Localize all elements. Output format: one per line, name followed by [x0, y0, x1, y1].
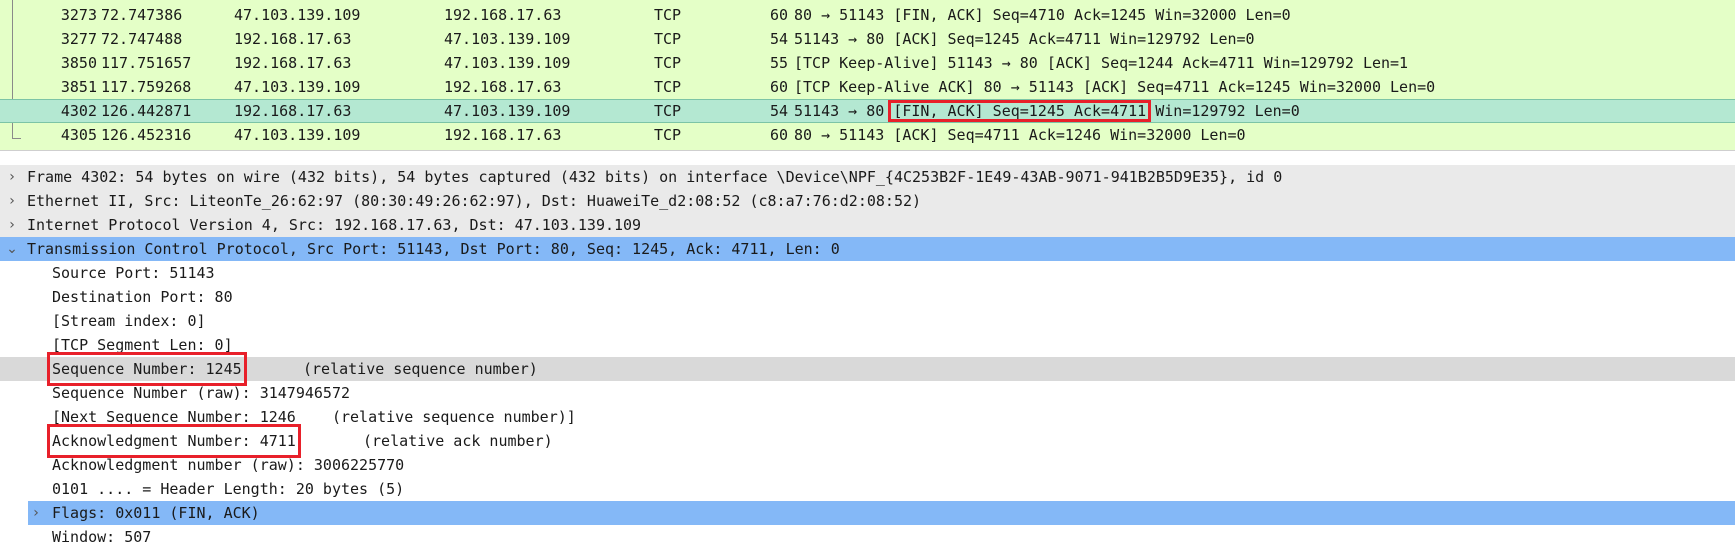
tree-item-label: Ethernet II, Src: LiteonTe_26:62:97 (80:… — [27, 192, 922, 210]
packet-source: 192.168.17.63 — [234, 102, 352, 120]
packet-no: 3850 — [60, 54, 97, 72]
packet-length: 60 — [769, 126, 788, 144]
chevron-right-icon[interactable]: › — [4, 165, 20, 189]
tree-item-label: Internet Protocol Version 4, Src: 192.16… — [27, 216, 642, 234]
packet-destination: 192.168.17.63 — [444, 78, 562, 96]
tree-item-frame[interactable]: › Frame 4302: 54 bytes on wire (432 bits… — [0, 165, 1735, 189]
field-label: Sequence Number (raw): 3147946572 — [52, 384, 351, 402]
packet-row-selected[interactable]: 4302 126.442871 192.168.17.63 47.103.139… — [0, 99, 1735, 123]
packet-no: 3851 — [60, 78, 97, 96]
packet-length: 60 — [769, 6, 788, 24]
packet-row[interactable]: 3277 72.747488 192.168.17.63 47.103.139.… — [0, 27, 1735, 51]
chevron-right-icon[interactable]: › — [28, 501, 44, 525]
packet-destination: 47.103.139.109 — [444, 30, 571, 48]
field-label: Window: 507 — [52, 528, 152, 545]
packet-time: 117.751657 — [101, 54, 192, 72]
field-label: Acknowledgment number (raw): 3006225770 — [52, 456, 405, 474]
packet-row[interactable]: 3273 72.747386 47.103.139.109 192.168.17… — [0, 3, 1735, 27]
packet-time: 72.747386 — [101, 6, 183, 24]
annotation-highlight-ack: Acknowledgment Number: 4711 — [47, 424, 301, 458]
packet-destination: 47.103.139.109 — [444, 102, 571, 120]
packet-info: 51143 → 80 [ACK] Seq=1245 Ack=4711 Win=1… — [794, 30, 1255, 48]
packet-list[interactable]: 3273 72.747386 47.103.139.109 192.168.17… — [0, 0, 1735, 150]
packet-time: 126.442871 — [101, 102, 192, 120]
packet-source: 192.168.17.63 — [234, 30, 352, 48]
packet-row[interactable]: 3850 117.751657 192.168.17.63 47.103.139… — [0, 51, 1735, 75]
tree-item-label: Frame 4302: 54 bytes on wire (432 bits),… — [27, 168, 1283, 186]
pane-splitter[interactable] — [0, 150, 1735, 164]
packet-source: 192.168.17.63 — [234, 54, 352, 72]
tree-item-ethernet[interactable]: › Ethernet II, Src: LiteonTe_26:62:97 (8… — [0, 189, 1735, 213]
tree-item-tcp[interactable]: ⌄ Transmission Control Protocol, Src Por… — [0, 237, 1735, 261]
packet-no: 4305 — [60, 126, 97, 144]
packet-length: 54 — [769, 30, 788, 48]
packet-details-tree[interactable]: › Frame 4302: 54 bytes on wire (432 bits… — [0, 165, 1735, 545]
tree-item-label: Transmission Control Protocol, Src Port:… — [27, 240, 840, 258]
field-ack-raw[interactable]: Acknowledgment number (raw): 3006225770 — [0, 453, 1735, 477]
chevron-right-icon[interactable]: › — [4, 189, 20, 213]
tree-item-label: Flags: 0x011 (FIN, ACK) — [52, 504, 260, 522]
packet-length: 54 — [769, 102, 788, 120]
field-label: [Next Sequence Number: 1246 (relative se… — [52, 408, 576, 426]
packet-row[interactable]: 3851 117.759268 47.103.139.109 192.168.1… — [0, 75, 1735, 99]
annotation-highlight-seq: Sequence Number: 1245 — [47, 352, 247, 386]
packet-destination: 192.168.17.63 — [444, 6, 562, 24]
tree-item-ip[interactable]: › Internet Protocol Version 4, Src: 192.… — [0, 213, 1735, 237]
field-window[interactable]: Window: 507 — [0, 525, 1735, 545]
field-sequence-raw[interactable]: Sequence Number (raw): 3147946572 — [0, 381, 1735, 405]
packet-protocol: TCP — [654, 54, 682, 72]
packet-protocol: TCP — [654, 6, 682, 24]
packet-info: 51143 → 80 [FIN, ACK] Seq=1245 Ack=4711 … — [794, 100, 1300, 122]
packet-row[interactable]: 4305 126.452316 47.103.139.109 192.168.1… — [0, 123, 1735, 147]
field-next-sequence[interactable]: [Next Sequence Number: 1246 (relative se… — [0, 405, 1735, 429]
packet-info: 80 → 51143 [FIN, ACK] Seq=4710 Ack=1245 … — [794, 6, 1291, 24]
tree-item-flags[interactable]: › Flags: 0x011 (FIN, ACK) — [28, 501, 1735, 525]
field-stream-index[interactable]: [Stream index: 0] — [0, 309, 1735, 333]
field-label: [Stream index: 0] — [52, 312, 206, 330]
packet-destination: 47.103.139.109 — [444, 54, 571, 72]
packet-source: 47.103.139.109 — [234, 6, 361, 24]
packet-time: 117.759268 — [101, 78, 192, 96]
field-source-port[interactable]: Source Port: 51143 — [0, 261, 1735, 285]
field-label: [TCP Segment Len: 0] — [52, 336, 233, 354]
packet-time: 126.452316 — [101, 126, 192, 144]
packet-protocol: TCP — [654, 30, 682, 48]
field-suffix: (relative ack number) — [363, 432, 553, 450]
packet-info-suffix: Win=129792 Len=0 — [1146, 102, 1300, 120]
packet-length: 55 — [769, 54, 788, 72]
packet-info: [TCP Keep-Alive ACK] 80 → 51143 [ACK] Se… — [794, 78, 1436, 96]
packet-protocol: TCP — [654, 126, 682, 144]
packet-no: 3273 — [60, 6, 97, 24]
packet-no: 3277 — [60, 30, 97, 48]
packet-time: 72.747488 — [101, 30, 183, 48]
field-sequence-number[interactable]: Sequence Number: 1245 (relative sequence… — [0, 352, 1735, 386]
field-destination-port[interactable]: Destination Port: 80 — [0, 285, 1735, 309]
annotation-highlight-flags: [FIN, ACK] Seq=1245 Ack=4711 — [888, 100, 1152, 122]
packet-length: 60 — [769, 78, 788, 96]
packet-source: 47.103.139.109 — [234, 126, 361, 144]
chevron-down-icon[interactable]: ⌄ — [4, 237, 20, 261]
packet-destination: 192.168.17.63 — [444, 126, 562, 144]
packet-info: [TCP Keep-Alive] 51143 → 80 [ACK] Seq=12… — [794, 54, 1409, 72]
field-label: Source Port: 51143 — [52, 264, 215, 282]
chevron-right-icon[interactable]: › — [4, 213, 20, 237]
field-suffix: (relative sequence number) — [303, 360, 538, 378]
field-label: 0101 .... = Header Length: 20 bytes (5) — [52, 480, 405, 498]
packet-info-prefix: 51143 → 80 — [794, 102, 894, 120]
field-header-length[interactable]: 0101 .... = Header Length: 20 bytes (5) — [0, 477, 1735, 501]
packet-info: 80 → 51143 [ACK] Seq=4711 Ack=1246 Win=3… — [794, 126, 1246, 144]
packet-protocol: TCP — [654, 78, 682, 96]
field-ack-number[interactable]: Acknowledgment Number: 4711 (relative ac… — [0, 424, 1735, 458]
packet-source: 47.103.139.109 — [234, 78, 361, 96]
packet-protocol: TCP — [654, 102, 682, 120]
packet-no: 4302 — [60, 102, 97, 120]
field-segment-len[interactable]: [TCP Segment Len: 0] — [0, 333, 1735, 357]
field-label: Destination Port: 80 — [52, 288, 233, 306]
